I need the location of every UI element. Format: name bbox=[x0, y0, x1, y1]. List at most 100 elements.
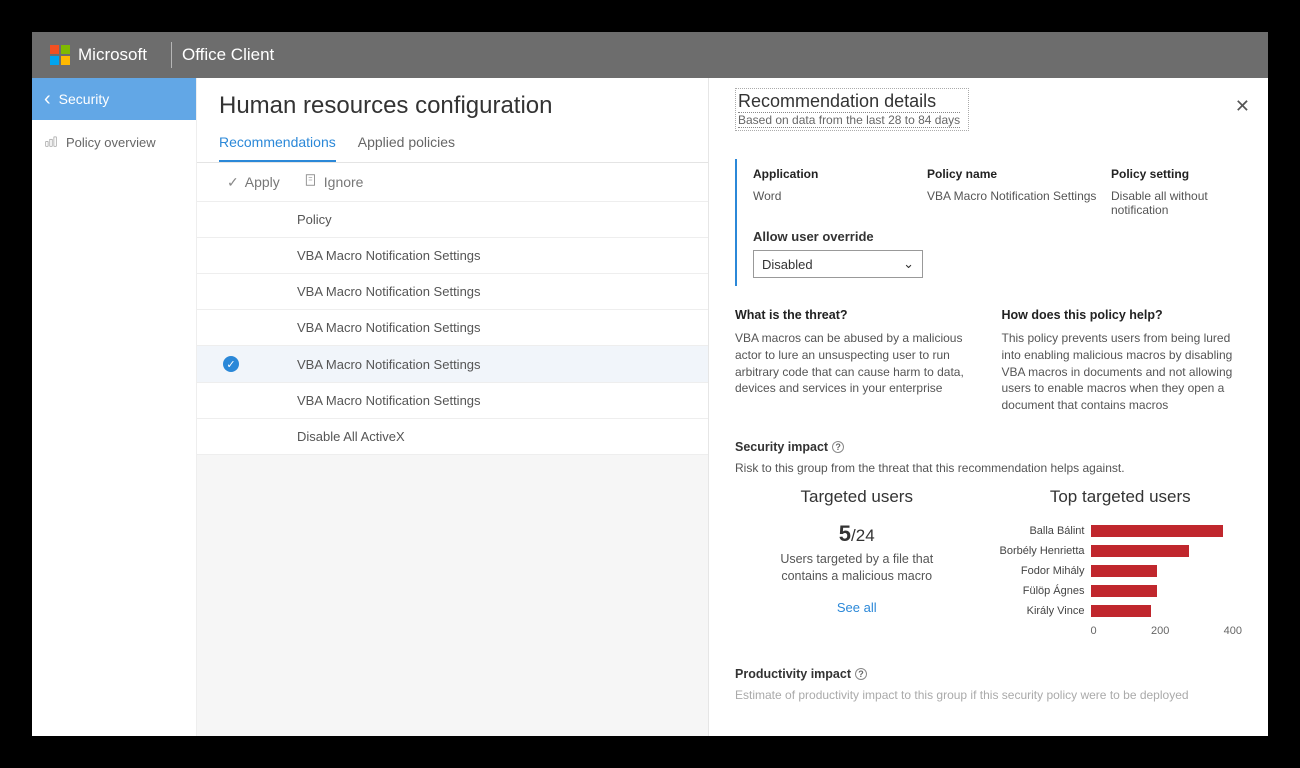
info-icon[interactable]: ? bbox=[855, 668, 867, 680]
list-toolbar: Apply Ignore bbox=[197, 163, 708, 202]
targeted-users-count: 5 bbox=[839, 521, 851, 546]
brand-block: Microsoft bbox=[32, 45, 161, 65]
app-name: Office Client bbox=[182, 45, 274, 65]
chart-category-label: Fülöp Ágnes bbox=[999, 585, 1091, 597]
chart-bar-row: Balla Bálint bbox=[999, 521, 1243, 541]
chart-bar-track bbox=[1091, 525, 1243, 537]
back-label: Security bbox=[59, 91, 110, 107]
productivity-impact-heading: Productivity impact ? bbox=[735, 667, 1242, 681]
targeted-users-block: Targeted users 5/24 Users targeted by a … bbox=[735, 487, 979, 637]
chart-category-label: Balla Bálint bbox=[999, 525, 1091, 537]
row-select-cell[interactable]: ✓ bbox=[219, 356, 297, 372]
chevron-down-icon: ⌄ bbox=[903, 256, 914, 272]
security-impact-text: Risk to this group from the threat that … bbox=[735, 460, 1242, 477]
back-to-security[interactable]: Security bbox=[32, 78, 196, 120]
row-policy-name: Disable All ActiveX bbox=[297, 429, 405, 444]
help-text: This policy prevents users from being lu… bbox=[1002, 330, 1243, 414]
policy-name-label: Policy name bbox=[927, 167, 1097, 181]
check-icon bbox=[227, 174, 239, 191]
chart-bar-row: Király Vince bbox=[999, 601, 1243, 621]
close-icon: ✕ bbox=[1235, 96, 1250, 116]
chevron-left-icon bbox=[44, 89, 51, 109]
chart-bar bbox=[1091, 585, 1157, 597]
threat-text: VBA macros can be abused by a malicious … bbox=[735, 330, 976, 397]
list-column-policy: Policy bbox=[197, 202, 708, 238]
targeted-users-total: /24 bbox=[851, 526, 875, 545]
security-impact-heading: Security impact ? bbox=[735, 440, 1242, 454]
chart-axis: 0 200 400 bbox=[1091, 625, 1243, 637]
top-targeted-title: Top targeted users bbox=[999, 487, 1243, 507]
override-select[interactable]: Disabled ⌄ bbox=[753, 250, 923, 278]
chart-bar bbox=[1091, 605, 1152, 617]
see-all-link[interactable]: See all bbox=[735, 600, 979, 615]
row-policy-name: VBA Macro Notification Settings bbox=[297, 320, 481, 335]
chart-tick-label: 400 bbox=[1224, 625, 1242, 637]
chart-bar bbox=[1091, 545, 1189, 557]
policy-setting-label: Policy setting bbox=[1111, 167, 1242, 181]
productivity-impact-label: Productivity impact bbox=[735, 667, 851, 681]
chart-bar-track bbox=[1091, 585, 1243, 597]
table-row[interactable]: VBA Macro Notification Settings bbox=[197, 274, 708, 310]
nav-policy-overview[interactable]: Policy overview bbox=[32, 120, 196, 165]
close-panel-button[interactable]: ✕ bbox=[1235, 96, 1250, 117]
info-icon[interactable]: ? bbox=[832, 441, 844, 453]
ignore-button[interactable]: Ignore bbox=[304, 173, 364, 191]
application-label: Application bbox=[753, 167, 913, 181]
override-label: Allow user override bbox=[753, 229, 1242, 244]
chart-bar-track bbox=[1091, 565, 1243, 577]
left-rail: Security Policy overview bbox=[32, 78, 197, 736]
table-row[interactable]: ✓ VBA Macro Notification Settings bbox=[197, 346, 708, 383]
productivity-impact-text: Estimate of productivity impact to this … bbox=[735, 687, 1242, 704]
chart-bar bbox=[1091, 565, 1157, 577]
row-policy-name: VBA Macro Notification Settings bbox=[297, 248, 481, 263]
main-content: Human resources configuration Recommenda… bbox=[197, 78, 708, 736]
chart-bar-row: Fodor Mihály bbox=[999, 561, 1243, 581]
details-panel: ✕ Recommendation details Based on data f… bbox=[708, 78, 1268, 736]
policy-overview-icon bbox=[44, 134, 58, 151]
targeted-users-title: Targeted users bbox=[735, 487, 979, 507]
ignore-label: Ignore bbox=[324, 174, 364, 190]
top-targeted-block: Top targeted users Balla Bálint Borbély H… bbox=[999, 487, 1243, 637]
chart-category-label: Borbély Henrietta bbox=[999, 545, 1091, 557]
apply-label: Apply bbox=[245, 174, 280, 190]
tabs: Recommendations Applied policies bbox=[197, 126, 708, 163]
row-policy-name: VBA Macro Notification Settings bbox=[297, 357, 481, 372]
chart-bar-track bbox=[1091, 545, 1243, 557]
header-divider bbox=[171, 42, 172, 68]
threat-heading: What is the threat? bbox=[735, 308, 976, 322]
targeted-users-fraction: 5/24 bbox=[735, 521, 979, 547]
chart-tick-label: 200 bbox=[1151, 625, 1169, 637]
checkmark-badge-icon: ✓ bbox=[223, 356, 239, 372]
row-policy-name: VBA Macro Notification Settings bbox=[297, 393, 481, 408]
tab-recommendations[interactable]: Recommendations bbox=[219, 126, 336, 162]
table-row[interactable]: VBA Macro Notification Settings bbox=[197, 238, 708, 274]
table-row[interactable]: VBA Macro Notification Settings bbox=[197, 383, 708, 419]
chart-category-label: Király Vince bbox=[999, 605, 1091, 617]
tab-applied-policies[interactable]: Applied policies bbox=[358, 126, 455, 162]
panel-title: Recommendation details bbox=[738, 91, 960, 113]
chart-bar-row: Borbély Henrietta bbox=[999, 541, 1243, 561]
page-title: Human resources configuration bbox=[197, 78, 708, 126]
brand-label: Microsoft bbox=[78, 45, 147, 65]
chart-category-label: Fodor Mihály bbox=[999, 565, 1091, 577]
table-row[interactable]: VBA Macro Notification Settings bbox=[197, 310, 708, 346]
app-header: Microsoft Office Client bbox=[32, 32, 1268, 78]
recommendation-list: VBA Macro Notification Settings VBA Macro… bbox=[197, 238, 708, 455]
panel-title-block: Recommendation details Based on data fro… bbox=[735, 88, 969, 131]
apply-button[interactable]: Apply bbox=[227, 174, 280, 191]
security-impact-label: Security impact bbox=[735, 440, 828, 454]
table-row[interactable]: Disable All ActiveX bbox=[197, 419, 708, 455]
policy-name-value: VBA Macro Notification Settings bbox=[927, 189, 1097, 217]
row-policy-name: VBA Macro Notification Settings bbox=[297, 284, 481, 299]
override-value: Disabled bbox=[762, 257, 813, 272]
chart-bar bbox=[1091, 525, 1224, 537]
targeted-users-caption: Users targeted by a file that contains a… bbox=[772, 551, 942, 586]
device-frame: Microsoft Office Client Security Policy … bbox=[10, 10, 1290, 758]
nav-label: Policy overview bbox=[66, 135, 156, 150]
chart-bar-row: Fülöp Ágnes bbox=[999, 581, 1243, 601]
policy-summary: Application Policy name Policy setting W… bbox=[735, 159, 1242, 286]
chart-bar-track bbox=[1091, 605, 1243, 617]
microsoft-logo-icon bbox=[50, 45, 70, 65]
chart-tick-label: 0 bbox=[1091, 625, 1097, 637]
panel-subtitle: Based on data from the last 28 to 84 day… bbox=[738, 113, 960, 128]
